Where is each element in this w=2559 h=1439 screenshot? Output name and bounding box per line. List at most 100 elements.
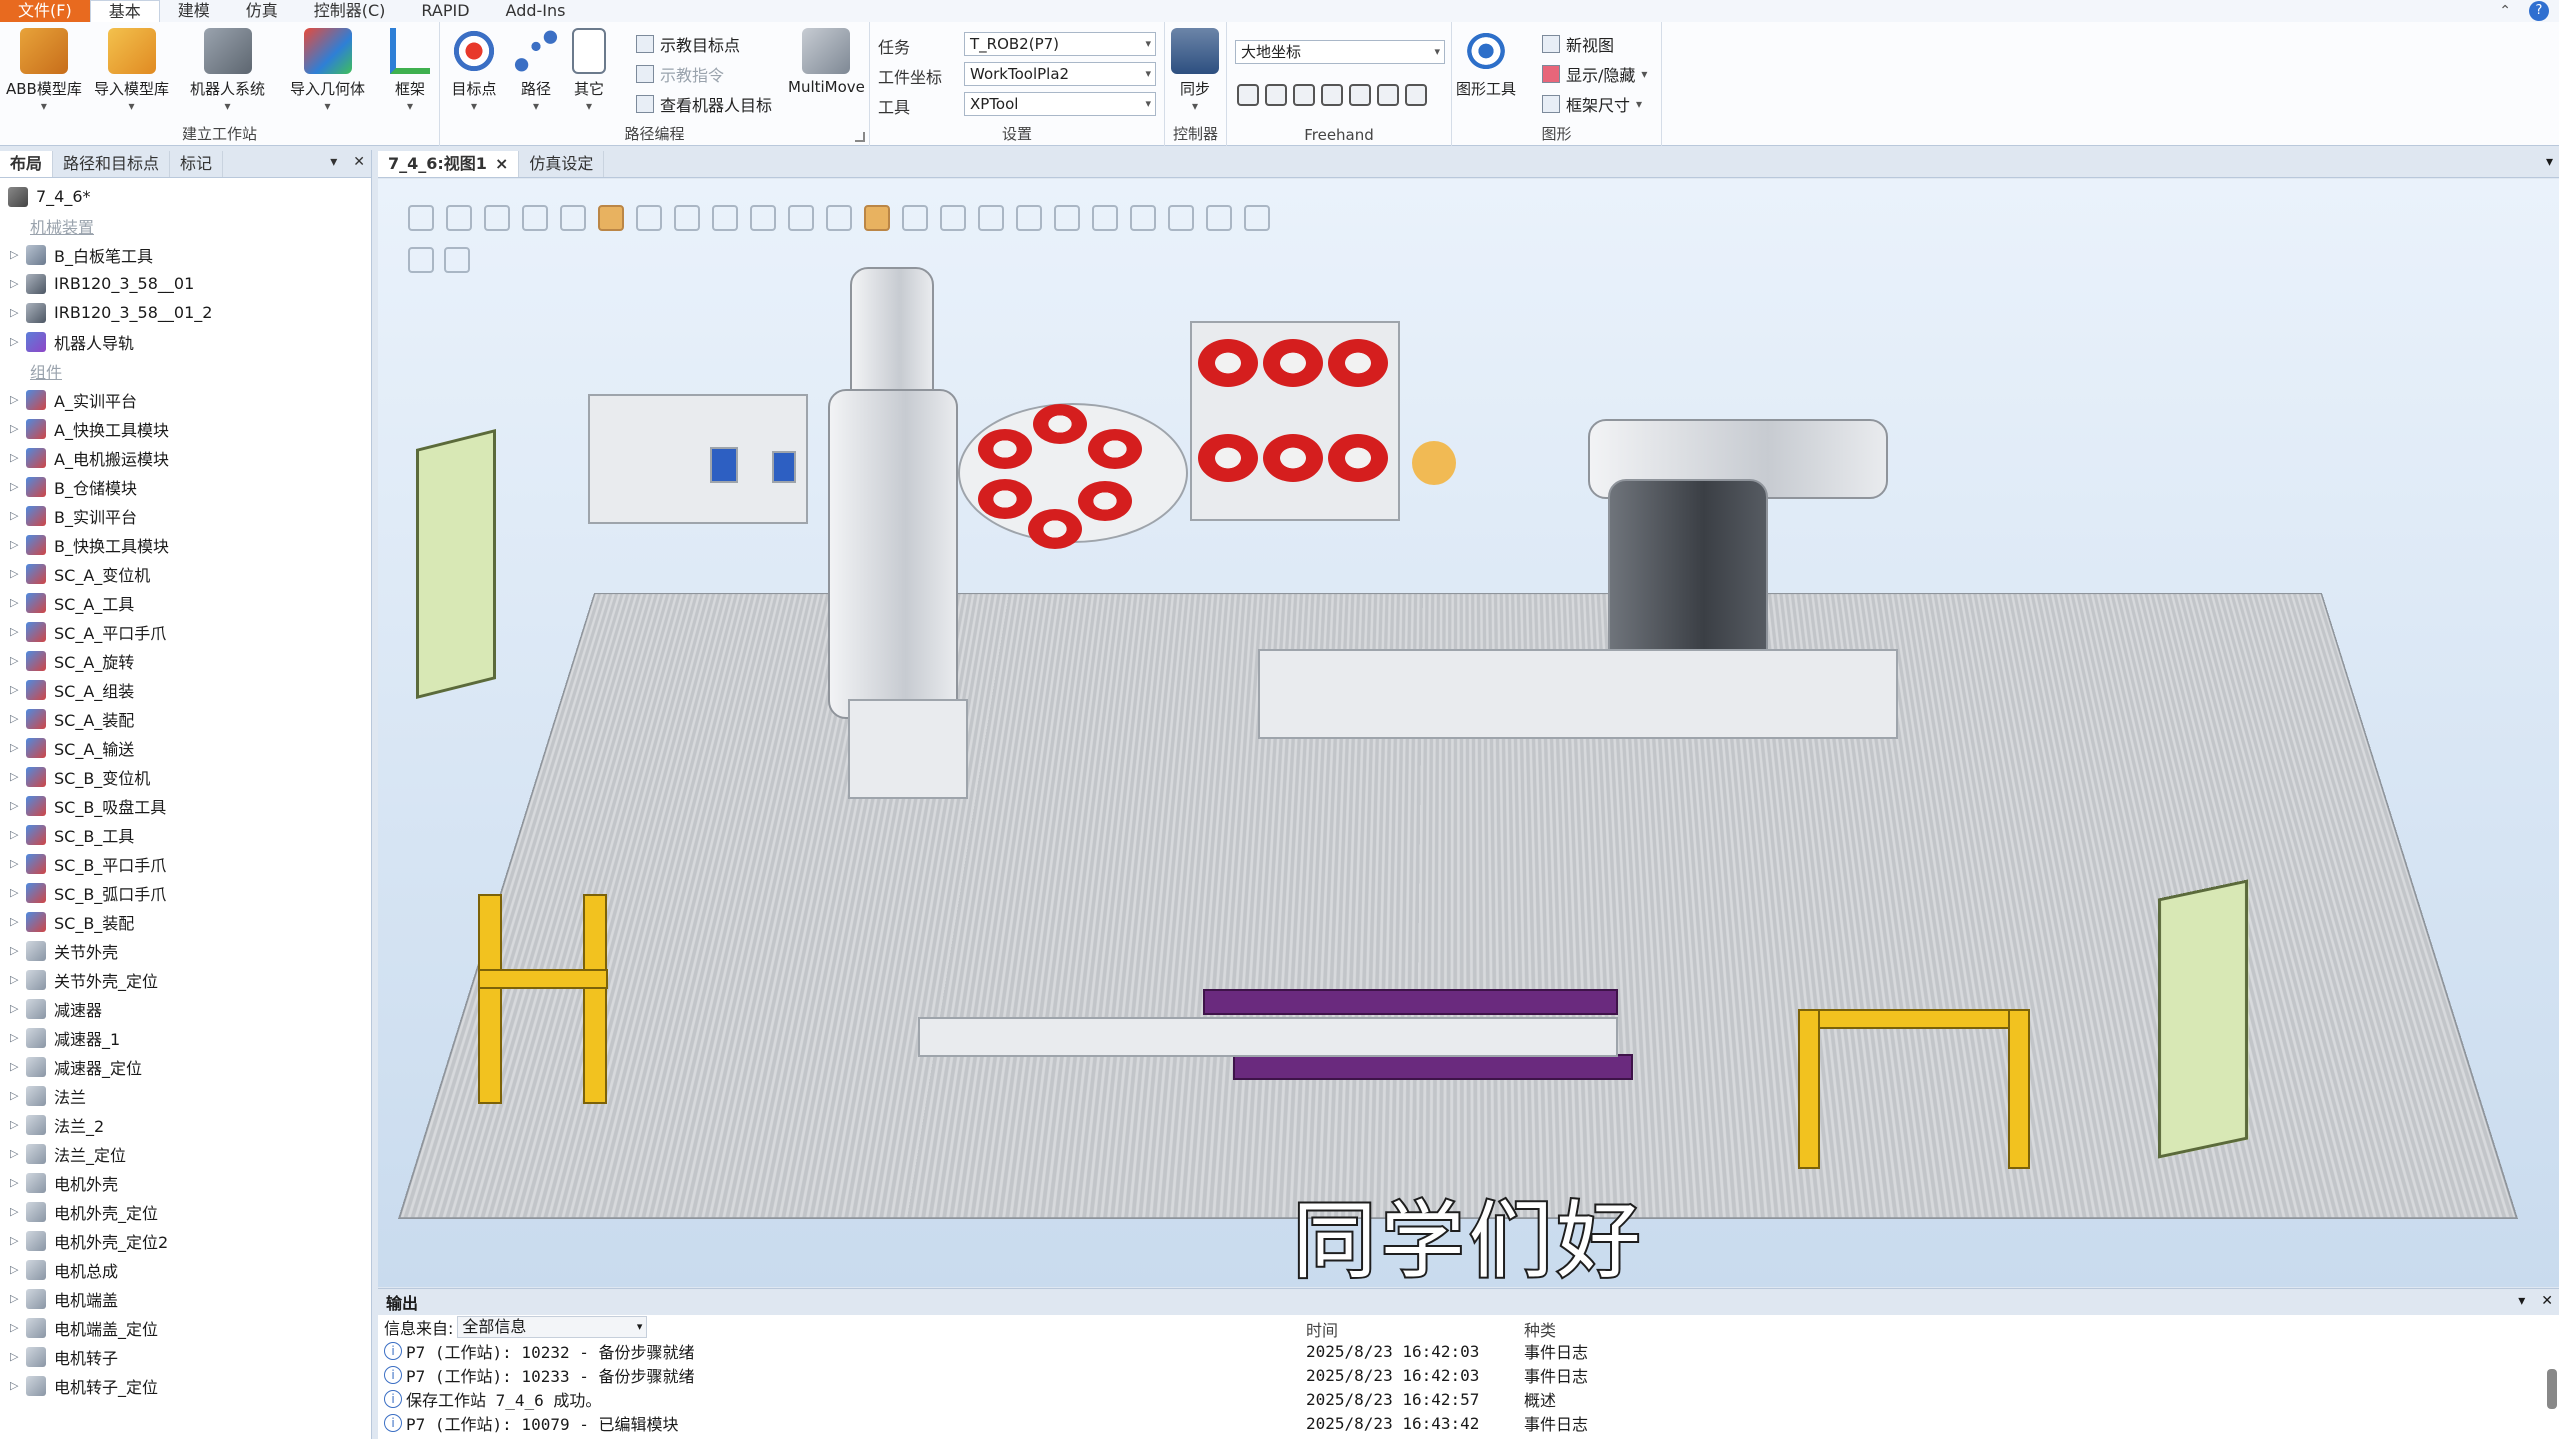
menu-basic[interactable]: 基本: [89, 0, 160, 22]
close-icon[interactable]: ✕: [353, 154, 365, 170]
tree-item-component[interactable]: ▷ SC_A_组装: [0, 675, 371, 704]
expand-icon[interactable]: ▷: [10, 741, 26, 754]
tree-item-component[interactable]: ▷ SC_A_装配: [0, 704, 371, 733]
new-view-button[interactable]: 新视图: [1542, 32, 1614, 56]
import-geometry-button[interactable]: 导入几何体 ▾: [290, 28, 365, 113]
tree-item-component[interactable]: ▷ SC_B_吸盘工具: [0, 791, 371, 820]
measure-distance-icon[interactable]: [1092, 205, 1118, 231]
reference-frame-select[interactable]: 大地坐标 ▾: [1235, 40, 1445, 64]
expand-icon[interactable]: ▷: [10, 1292, 26, 1305]
tab-simulation-setup[interactable]: 仿真设定: [519, 151, 605, 177]
expand-icon[interactable]: ▷: [10, 1147, 26, 1160]
help-icon[interactable]: ?: [2529, 1, 2549, 21]
snap-edge-icon[interactable]: [902, 205, 928, 231]
import-library-button[interactable]: 导入模型库 ▾: [94, 28, 169, 113]
expand-icon[interactable]: ▷: [10, 1118, 26, 1131]
tree-item-component[interactable]: ▷ SC_B_装配: [0, 907, 371, 936]
expand-icon[interactable]: ▷: [10, 799, 26, 812]
tree-item-component[interactable]: ▷ SC_A_平口手爪: [0, 617, 371, 646]
ribbon-collapse-icon[interactable]: ⌃: [2499, 3, 2511, 19]
expand-icon[interactable]: ▷: [10, 509, 26, 522]
snap-local-origin-icon[interactable]: [1016, 205, 1042, 231]
menu-file[interactable]: 文件(F): [0, 0, 90, 22]
expand-icon[interactable]: ▷: [10, 1176, 26, 1189]
target-button[interactable]: 目标点 ▾: [450, 28, 498, 113]
menu-addins[interactable]: Add-Ins: [488, 0, 584, 22]
expand-icon[interactable]: ▷: [10, 567, 26, 580]
tab-paths-targets[interactable]: 路径和目标点: [53, 151, 171, 177]
tree-item-component[interactable]: ▷ B_快换工具模块: [0, 530, 371, 559]
frame-size-button[interactable]: 框架尺寸 ▾: [1542, 92, 1642, 116]
output-row[interactable]: i 保存工作站 7_4_6 成功。 2025/8/23 16:42:57 概述: [378, 1387, 2559, 1411]
rotate-icon[interactable]: [1265, 84, 1287, 106]
expand-icon[interactable]: ▷: [10, 306, 26, 319]
panel-menu-icon[interactable]: ▾: [330, 154, 337, 170]
expand-icon[interactable]: ▷: [10, 1321, 26, 1334]
tool-select[interactable]: XPTool ▾: [964, 92, 1156, 116]
select-body-icon[interactable]: [560, 205, 586, 231]
play-simulation-icon[interactable]: [408, 247, 434, 273]
expand-icon[interactable]: ▷: [10, 944, 26, 957]
panel-menu-icon[interactable]: ▾: [2518, 1293, 2525, 1309]
keep-measurements-icon[interactable]: [1244, 205, 1270, 231]
tree-root-station[interactable]: 7_4_6*: [0, 182, 371, 211]
menu-controller[interactable]: 控制器(C): [296, 0, 404, 22]
expand-icon[interactable]: ▷: [10, 422, 26, 435]
abb-library-button[interactable]: ABB模型库 ▾: [6, 28, 82, 113]
expand-icon[interactable]: ▷: [10, 1002, 26, 1015]
expand-icon[interactable]: ▷: [10, 393, 26, 406]
tree-item-component[interactable]: ▷ B_仓储模块: [0, 472, 371, 501]
tab-layout[interactable]: 布局: [0, 151, 54, 177]
tab-tags[interactable]: 标记: [170, 151, 224, 177]
output-scrollbar[interactable]: [2547, 1369, 2557, 1409]
expand-icon[interactable]: ▷: [10, 857, 26, 870]
expand-icon[interactable]: ▷: [10, 770, 26, 783]
expand-icon[interactable]: ▷: [10, 248, 26, 261]
output-row[interactable]: i P7 (工作站): 10232 - 备份步骤就绪 2025/8/23 16:42…: [378, 1339, 2559, 1363]
select-mechanism-icon[interactable]: [636, 205, 662, 231]
tree-item-component[interactable]: ▷ SC_A_工具: [0, 588, 371, 617]
teach-target-button[interactable]: 示教目标点: [636, 32, 740, 56]
output-row[interactable]: i P7 (工作站): 10079 - 已编辑模块 2025/8/23 16:43:…: [378, 1411, 2559, 1435]
expand-icon[interactable]: ▷: [10, 625, 26, 638]
select-frame-icon[interactable]: [788, 205, 814, 231]
tree-item-component[interactable]: ▷ 减速器_1: [0, 1023, 371, 1052]
tree-item-mechanism[interactable]: ▷ B_白板笔工具: [0, 240, 371, 269]
expand-icon[interactable]: ▷: [10, 1263, 26, 1276]
snap-end-icon[interactable]: [978, 205, 1004, 231]
snap-grid-icon[interactable]: [1054, 205, 1080, 231]
select-surface-icon[interactable]: [522, 205, 548, 231]
tree-item-mechanism[interactable]: ▷ IRB120_3_58__01_2: [0, 298, 371, 327]
tree-item-component[interactable]: ▷ 电机外壳_定位: [0, 1197, 371, 1226]
tree-item-component[interactable]: ▷ 关节外壳: [0, 936, 371, 965]
expand-icon[interactable]: ▷: [10, 973, 26, 986]
tree-item-component[interactable]: ▷ A_快换工具模块: [0, 414, 371, 443]
tree-item-component[interactable]: ▷ 减速器: [0, 994, 371, 1023]
tree-item-component[interactable]: ▷ 电机端盖: [0, 1284, 371, 1313]
tree-item-component[interactable]: ▷ 电机外壳_定位2: [0, 1226, 371, 1255]
select-path-icon[interactable]: [750, 205, 776, 231]
expand-icon[interactable]: ▷: [10, 1205, 26, 1218]
wobj-select[interactable]: WorkToolPla2 ▾: [964, 62, 1156, 86]
snap-center-icon[interactable]: [864, 205, 890, 231]
expand-icon[interactable]: ▷: [10, 1060, 26, 1073]
tree-item-component[interactable]: ▷ SC_B_变位机: [0, 762, 371, 791]
multimove-button[interactable]: MultiMove: [788, 28, 865, 96]
expand-icon[interactable]: ▷: [10, 335, 26, 348]
tree-item-component[interactable]: ▷ SC_B_工具: [0, 820, 371, 849]
frame-button[interactable]: 框架 ▾: [390, 28, 430, 113]
expand-icon[interactable]: ▷: [10, 1089, 26, 1102]
path-button[interactable]: 路径 ▾: [512, 28, 560, 113]
output-row[interactable]: i P7 (工作站): 10233 - 备份步骤就绪 2025/8/23 16:42…: [378, 1363, 2559, 1387]
multi-robot-jog-icon[interactable]: [1377, 84, 1399, 106]
tree-item-component[interactable]: ▷ SC_B_弧口手爪: [0, 878, 371, 907]
graphics-tools-button[interactable]: 图形工具: [1456, 28, 1516, 99]
expand-icon[interactable]: ▷: [10, 886, 26, 899]
expand-icon[interactable]: ▷: [10, 538, 26, 551]
jog-linear-icon[interactable]: [1321, 84, 1343, 106]
tree-item-component[interactable]: ▷ SC_A_输送: [0, 733, 371, 762]
message-source-select[interactable]: 全部信息 ▾: [457, 1316, 648, 1338]
tree-item-component[interactable]: ▷ A_电机搬运模块: [0, 443, 371, 472]
select-curve-icon[interactable]: [484, 205, 510, 231]
tree-item-component[interactable]: ▷ A_实训平台: [0, 385, 371, 414]
